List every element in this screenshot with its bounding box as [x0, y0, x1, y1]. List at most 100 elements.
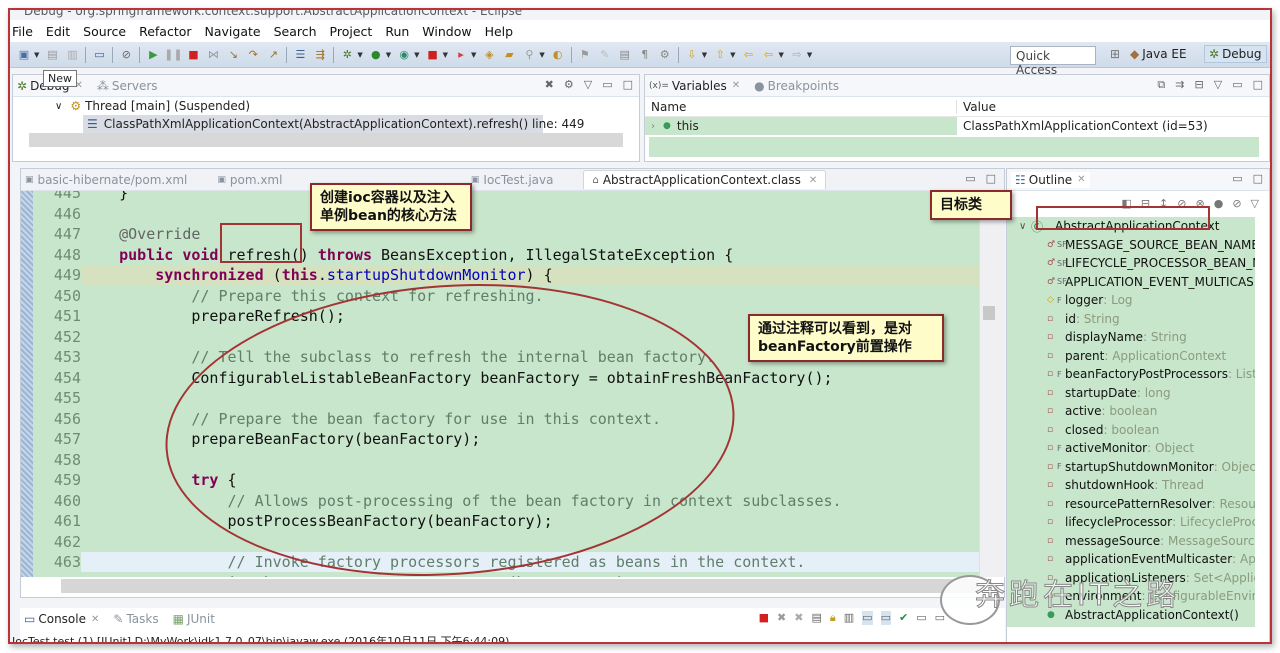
outline-item[interactable]: ●CAbstractApplicationContext(Appl — [1007, 624, 1255, 627]
hide-local-types-icon[interactable]: ⊘ — [1232, 197, 1241, 210]
code-line[interactable]: 462 — [21, 532, 979, 552]
stack-frame-row[interactable]: ☰ ClassPathXmlApplicationContext(Abstrac… — [83, 115, 584, 133]
new-dropdown-icon[interactable]: ▼ — [34, 51, 39, 59]
scrollbar-thumb[interactable] — [983, 306, 995, 320]
menu-search[interactable]: Search — [274, 24, 317, 39]
disconnect-icon[interactable]: ⋈ — [206, 48, 220, 62]
terminate-icon[interactable]: ■ — [186, 48, 200, 62]
last-edit-icon[interactable]: ⇦ — [742, 48, 756, 62]
tab-variables[interactable]: (x)= Variables ✕ — [649, 79, 740, 93]
new-icon[interactable]: ▣ — [17, 48, 31, 62]
outline-item[interactable]: ◇ Flogger : Log — [1007, 291, 1255, 310]
view-menu-icon[interactable]: ▽ — [584, 78, 592, 91]
outline-item[interactable]: ♂ SF LIFECYCLE_PROCESSOR_BEAN_N — [1007, 254, 1255, 273]
chevron-down-icon[interactable]: ∨ — [1019, 221, 1026, 232]
menu-project[interactable]: Project — [330, 24, 373, 39]
maximize-icon[interactable]: □ — [1253, 78, 1263, 92]
next-annotation-dropdown-icon[interactable]: ▼ — [702, 51, 707, 59]
close-icon[interactable]: ✕ — [1077, 174, 1085, 185]
remove-all-terminated-icon[interactable]: ✖ — [794, 611, 803, 625]
maximize-icon[interactable]: □ — [1253, 172, 1263, 185]
edit-icon[interactable]: ✎ — [598, 48, 612, 62]
debug-dropdown-icon[interactable]: ▼ — [357, 51, 362, 59]
menu-window[interactable]: Window — [422, 24, 471, 39]
code-line[interactable]: 457 prepareBeanFactory(beanFactory); — [21, 429, 979, 449]
code-line[interactable]: 447 @Override — [21, 224, 979, 244]
perspective-debug[interactable]: ✲ Debug — [1204, 45, 1267, 63]
scroll-lock-icon[interactable]: 🔒︎ — [830, 611, 836, 625]
menu-file[interactable]: File — [12, 24, 33, 39]
code-line[interactable]: 461 postProcessBeanFactory(beanFactory); — [21, 511, 979, 531]
variable-detail-pane[interactable] — [649, 137, 1259, 157]
pin-console-icon[interactable]: ✔ — [899, 611, 908, 625]
minimize-icon[interactable]: ▭ — [965, 172, 975, 185]
perspective-java-ee[interactable]: ◆ Java EE — [1130, 47, 1187, 61]
show-on-stdout-icon[interactable]: ▭ — [862, 611, 873, 625]
outline-item[interactable]: ▫ id : String — [1007, 310, 1255, 329]
save-all-icon[interactable]: ▥ — [65, 48, 79, 62]
server-dropdown-icon[interactable]: ▼ — [471, 51, 476, 59]
remove-launch-icon[interactable]: ✖ — [777, 611, 786, 625]
close-icon[interactable]: ✕ — [732, 80, 740, 91]
outline-item[interactable]: ▫ active : boolean — [1007, 402, 1255, 421]
resume-icon[interactable]: ▶ — [146, 48, 160, 62]
forward-icon[interactable]: ⇨ — [790, 48, 804, 62]
run-dropdown-icon[interactable]: ▼ — [386, 51, 391, 59]
menu-run[interactable]: Run — [385, 24, 409, 39]
show-type-names-icon[interactable]: ⧉ — [1157, 78, 1165, 92]
show-on-stderr-icon[interactable]: ▭ — [880, 611, 891, 625]
open-folder-icon[interactable]: ▰ — [502, 48, 516, 62]
debug-icon[interactable]: ✲ — [340, 48, 354, 62]
debug-horizontal-scrollbar[interactable] — [29, 133, 623, 147]
console-view-icon[interactable]: ▭ — [92, 48, 106, 62]
maximize-icon[interactable]: □ — [986, 172, 996, 185]
outline-item[interactable]: ▫ applicationEventMulticaster : Ap — [1007, 550, 1255, 569]
external-tools-dropdown-icon[interactable]: ▼ — [414, 51, 419, 59]
code-line[interactable]: 449 synchronized (this.startupShutdownMo… — [21, 265, 979, 285]
outline-item[interactable]: ▫ shutdownHook : Thread — [1007, 476, 1255, 495]
tab-servers[interactable]: ⁂ Servers — [97, 79, 158, 93]
code-line[interactable]: 450 // Prepare this context for refreshi… — [21, 286, 979, 306]
next-annotation-icon[interactable]: ⇩ — [685, 48, 699, 62]
prev-annotation-icon[interactable]: ⇧ — [713, 48, 727, 62]
tab-junit[interactable]: ▦ JUnit — [173, 612, 215, 626]
drop-to-frame-icon[interactable]: ☰ — [293, 48, 307, 62]
view-menu-icon[interactable]: ▽ — [1251, 197, 1259, 210]
tab-console[interactable]: ▭ Console ✕ — [24, 612, 99, 626]
forward-dropdown-icon[interactable]: ▼ — [807, 51, 812, 59]
code-line[interactable]: 464 invokeBeanFactoryPostProcessors(bean… — [21, 573, 979, 578]
outline-item[interactable]: ▫ closed : boolean — [1007, 421, 1255, 440]
paragraph-icon[interactable]: ¶ — [638, 48, 652, 62]
menu-refactor[interactable]: Refactor — [139, 24, 191, 39]
tab-pom[interactable]: ▣ pom.xml — [217, 173, 282, 187]
maximize-icon[interactable]: □ — [623, 78, 633, 91]
word-wrap-icon[interactable]: ▥ — [844, 611, 854, 625]
tab-outline[interactable]: ☷ Outline ✕ — [1011, 171, 1090, 188]
code-line[interactable]: 448 public void refresh() throws BeansEx… — [21, 245, 979, 265]
back-dropdown-icon[interactable]: ▼ — [779, 51, 784, 59]
column-name[interactable]: Name — [645, 99, 957, 114]
code-line[interactable]: 463 // Invoke factory processors registe… — [21, 552, 979, 572]
toggle-icon[interactable]: ⚙ — [658, 48, 672, 62]
external-tools-icon[interactable]: ◉ — [397, 48, 411, 62]
stop-server-icon[interactable]: ■ — [426, 48, 440, 62]
editor-horizontal-scrollbar[interactable] — [61, 579, 979, 593]
menu-help[interactable]: Help — [485, 24, 514, 39]
code-line[interactable]: 456 // Prepare the bean factory for use … — [21, 409, 979, 429]
code-line[interactable]: 459 try { — [21, 470, 979, 490]
menu-source[interactable]: Source — [83, 24, 126, 39]
view-menu-icon[interactable]: ▽ — [1214, 78, 1222, 92]
chevron-down-icon[interactable]: ∨ — [55, 101, 62, 112]
hide-nonpublic-icon[interactable]: ● — [1214, 197, 1224, 210]
tab-tasks[interactable]: ✎ Tasks — [113, 612, 158, 626]
open-perspective-button[interactable]: ⊞ — [1110, 47, 1120, 61]
minimize-icon[interactable]: ▭ — [1232, 172, 1242, 185]
suspend-icon[interactable]: ❚❚ — [164, 48, 182, 62]
thread-row[interactable]: ∨ ⚙ Thread [main] (Suspended) — [13, 97, 639, 115]
open-task-icon[interactable]: ◐ — [551, 48, 565, 62]
tab-abstractapplicationcontext-class[interactable]: ⌂ AbstractApplicationContext.class ✕ — [583, 170, 827, 189]
outline-item[interactable]: ♂ SF APPLICATION_EVENT_MULTICAS — [1007, 273, 1255, 292]
stop-dropdown-icon[interactable]: ▼ — [443, 51, 448, 59]
outline-item[interactable]: ▫ messageSource : MessageSourc — [1007, 532, 1255, 551]
run-icon[interactable]: ● — [369, 48, 383, 62]
